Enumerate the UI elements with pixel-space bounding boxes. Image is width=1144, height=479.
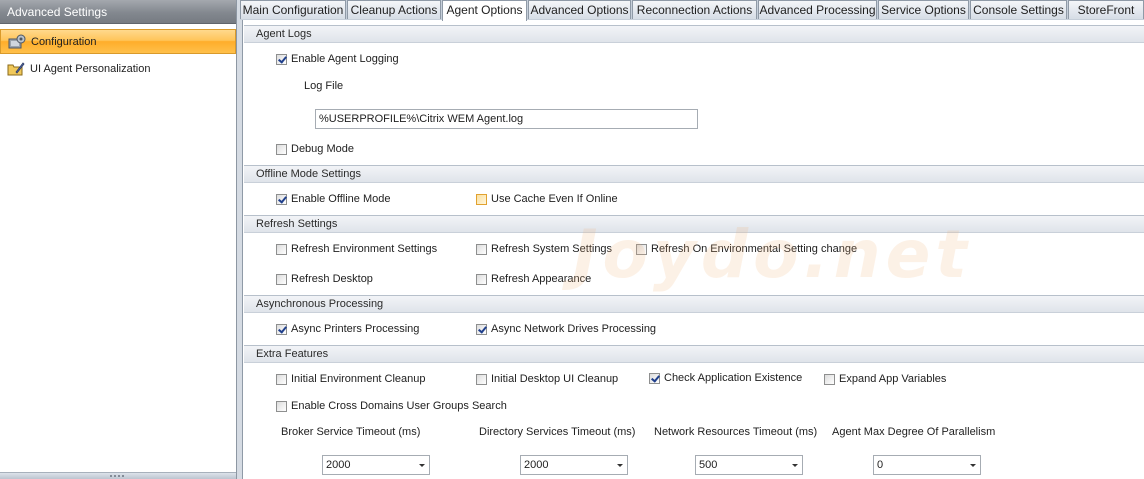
agent-logs-header: Agent Logs xyxy=(244,25,1144,43)
select-value: 2000 xyxy=(326,459,351,471)
checkbox-box xyxy=(824,373,835,385)
check-application-existence-checkbox[interactable]: Check Application Existence xyxy=(649,370,802,386)
checkbox-label: Expand App Variables xyxy=(839,373,947,385)
chevron-down-icon xyxy=(617,464,623,467)
tab-strip: Main Configuration Cleanup Actions Agent… xyxy=(240,0,1144,21)
tab-console-settings[interactable]: Console Settings xyxy=(970,0,1067,19)
checkbox-label: Refresh Appearance xyxy=(491,273,592,285)
offline-mode-header: Offline Mode Settings xyxy=(244,165,1144,183)
tab-reconnection-actions[interactable]: Reconnection Actions xyxy=(632,0,757,19)
configuration-icon xyxy=(8,34,26,50)
refresh-appearance-checkbox[interactable]: Refresh Appearance xyxy=(476,271,591,287)
log-file-input[interactable]: %USERPROFILE%\Citrix WEM Agent.log xyxy=(315,109,698,129)
tab-advanced-options[interactable]: Advanced Options xyxy=(528,0,631,19)
tab-agent-options[interactable]: Agent Options xyxy=(442,0,527,21)
checkbox-label: Async Network Drives Processing xyxy=(491,323,657,335)
checkbox-box xyxy=(276,373,287,385)
checkbox-label: Initial Desktop UI Cleanup xyxy=(491,373,619,385)
network-timeout-label: Network Resources Timeout (ms) xyxy=(654,426,818,438)
extra-features-header: Extra Features xyxy=(244,345,1144,363)
refresh-settings-header: Refresh Settings xyxy=(244,215,1144,233)
advanced-settings-sidebar: Advanced Settings Configuration UI Agent… xyxy=(0,0,237,479)
checkbox-box xyxy=(476,323,487,335)
tab-storefront[interactable]: StoreFront xyxy=(1068,0,1144,19)
select-value: 0 xyxy=(877,459,884,471)
initial-environment-cleanup-checkbox[interactable]: Initial Environment Cleanup xyxy=(276,371,426,387)
checkbox-box xyxy=(476,243,487,255)
checkbox-label: Check Application Existence xyxy=(664,372,803,384)
sidebar-item-label: Configuration xyxy=(31,35,97,48)
debug-mode-checkbox[interactable]: Debug Mode xyxy=(276,141,354,157)
checkbox-label: Enable Offline Mode xyxy=(291,193,391,205)
parallelism-label: Agent Max Degree Of Parallelism xyxy=(832,426,996,438)
sidebar-resize-grip[interactable] xyxy=(0,472,236,479)
cross-domains-search-checkbox[interactable]: Enable Cross Domains User Groups Search xyxy=(276,398,507,414)
sidebar-item-ui-agent-personalization[interactable]: UI Agent Personalization xyxy=(0,56,236,81)
checkbox-box xyxy=(476,193,487,205)
checkbox-label: Refresh System Settings xyxy=(491,243,613,255)
checkbox-box xyxy=(636,243,647,255)
tab-cleanup-actions[interactable]: Cleanup Actions xyxy=(347,0,441,19)
network-timeout-select[interactable]: 500 xyxy=(695,455,803,475)
checkbox-label: Enable Agent Logging xyxy=(291,53,399,65)
checkbox-box xyxy=(476,373,487,385)
agent-options-panel: Agent Logs Enable Agent Logging Log File… xyxy=(242,20,1144,479)
checkbox-label: Use Cache Even If Online xyxy=(491,193,618,205)
checkbox-box xyxy=(276,400,287,412)
sidebar-item-configuration[interactable]: Configuration xyxy=(0,29,236,54)
checkbox-label: Enable Cross Domains User Groups Search xyxy=(291,400,507,412)
personalization-icon xyxy=(7,61,25,77)
enable-offline-mode-checkbox[interactable]: Enable Offline Mode xyxy=(276,191,390,207)
chevron-down-icon xyxy=(792,464,798,467)
parallelism-select[interactable]: 0 xyxy=(873,455,981,475)
expand-app-variables-checkbox[interactable]: Expand App Variables xyxy=(824,371,946,387)
tab-advanced-processing[interactable]: Advanced Processing xyxy=(758,0,877,19)
checkbox-box xyxy=(276,273,287,285)
broker-timeout-label: Broker Service Timeout (ms) xyxy=(281,426,421,438)
tab-service-options[interactable]: Service Options xyxy=(878,0,969,19)
checkbox-label: Async Printers Processing xyxy=(291,323,420,335)
chevron-down-icon xyxy=(970,464,976,467)
async-network-drives-checkbox[interactable]: Async Network Drives Processing xyxy=(476,321,656,337)
checkbox-label: Debug Mode xyxy=(291,143,354,155)
enable-agent-logging-checkbox[interactable]: Enable Agent Logging xyxy=(276,51,399,67)
async-printers-checkbox[interactable]: Async Printers Processing xyxy=(276,321,419,337)
sidebar-title: Advanced Settings xyxy=(0,0,236,24)
checkbox-box xyxy=(276,243,287,255)
sidebar-item-label: UI Agent Personalization xyxy=(30,62,151,75)
checkbox-label: Initial Environment Cleanup xyxy=(291,373,426,385)
checkbox-box xyxy=(276,193,287,205)
use-cache-checkbox[interactable]: Use Cache Even If Online xyxy=(476,191,618,207)
broker-timeout-select[interactable]: 2000 xyxy=(322,455,430,475)
checkbox-label: Refresh Environment Settings xyxy=(291,243,438,255)
checkbox-box xyxy=(276,323,287,335)
log-file-label: Log File xyxy=(304,80,344,92)
checkbox-box xyxy=(476,273,487,285)
checkbox-label: Refresh Desktop xyxy=(291,273,373,285)
refresh-system-checkbox[interactable]: Refresh System Settings xyxy=(476,241,612,257)
tab-main-configuration[interactable]: Main Configuration xyxy=(240,0,346,19)
directory-timeout-label: Directory Services Timeout (ms) xyxy=(479,426,636,438)
checkbox-label: Refresh On Environmental Setting change xyxy=(651,243,858,255)
checkbox-box xyxy=(276,53,287,65)
async-processing-header: Asynchronous Processing xyxy=(244,295,1144,313)
refresh-desktop-checkbox[interactable]: Refresh Desktop xyxy=(276,271,373,287)
select-value: 2000 xyxy=(524,459,549,471)
select-value: 500 xyxy=(699,459,718,471)
refresh-environment-checkbox[interactable]: Refresh Environment Settings xyxy=(276,241,437,257)
chevron-down-icon xyxy=(419,464,425,467)
checkbox-box xyxy=(276,143,287,155)
directory-timeout-select[interactable]: 2000 xyxy=(520,455,628,475)
checkbox-box xyxy=(649,372,660,384)
initial-desktop-ui-cleanup-checkbox[interactable]: Initial Desktop UI Cleanup xyxy=(476,371,618,387)
refresh-on-change-checkbox[interactable]: Refresh On Environmental Setting change xyxy=(636,241,857,257)
